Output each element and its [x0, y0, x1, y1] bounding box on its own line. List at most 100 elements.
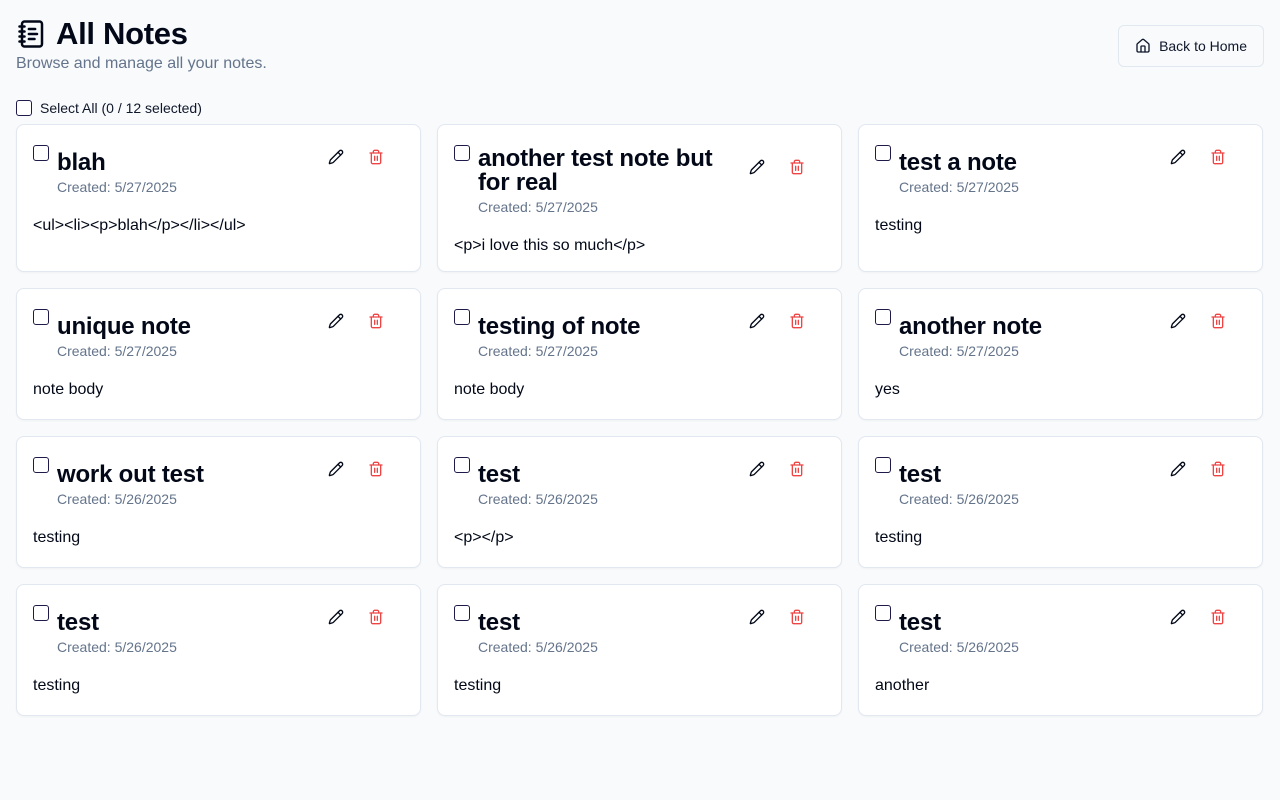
note-card-header: testing of note Created: 5/27/2025	[454, 309, 825, 359]
notebook-icon	[16, 18, 48, 50]
note-created-date: Created: 5/26/2025	[478, 491, 598, 507]
note-body: testing	[875, 529, 923, 546]
note-card: another test note but for real Created: …	[437, 124, 842, 272]
note-card: work out test Created: 5/26/2025 testing	[16, 436, 421, 568]
note-card-header: another note Created: 5/27/2025	[875, 309, 1246, 359]
note-title: another note	[899, 313, 1042, 340]
select-all-checkbox[interactable]	[16, 100, 32, 116]
note-titles: test Created: 5/26/2025	[899, 605, 1166, 656]
edit-note-button[interactable]	[1166, 457, 1190, 481]
edit-note-button[interactable]	[745, 457, 769, 481]
edit-note-button[interactable]	[324, 605, 348, 629]
note-created-date: Created: 5/27/2025	[57, 343, 177, 359]
delete-note-button[interactable]	[785, 605, 809, 629]
note-select-checkbox[interactable]	[33, 309, 49, 325]
edit-note-button[interactable]	[1166, 145, 1190, 169]
delete-note-button[interactable]	[364, 457, 388, 481]
note-titles: test Created: 5/26/2025	[899, 457, 1166, 508]
note-select-checkbox[interactable]	[875, 605, 891, 621]
note-select-checkbox[interactable]	[454, 605, 470, 621]
edit-note-button[interactable]	[1166, 605, 1190, 629]
note-card: unique note Created: 5/27/2025 note body	[16, 288, 421, 420]
note-select-checkbox[interactable]	[33, 145, 49, 161]
note-card-header: blah Created: 5/27/2025	[33, 145, 404, 195]
back-to-home-button[interactable]: Back to Home	[1118, 25, 1264, 67]
note-created-date: Created: 5/26/2025	[899, 491, 1019, 507]
note-card: testing of note Created: 5/27/2025 note …	[437, 288, 842, 420]
notes-grid: blah Created: 5/27/2025 <ul><li><p>blah<…	[16, 124, 1264, 732]
note-body: note body	[33, 381, 104, 398]
delete-note-button[interactable]	[1206, 145, 1230, 169]
pencil-icon	[328, 461, 344, 477]
note-card-header: test Created: 5/26/2025	[454, 457, 825, 507]
note-body: note body	[454, 381, 525, 398]
note-actions	[1166, 309, 1230, 333]
note-card: test Created: 5/26/2025	[437, 584, 842, 716]
note-select-checkbox[interactable]	[454, 309, 470, 325]
delete-note-button[interactable]	[1206, 605, 1230, 629]
note-card-header: test Created: 5/26/2025	[875, 605, 1246, 655]
edit-note-button[interactable]	[745, 605, 769, 629]
delete-note-button[interactable]	[785, 155, 809, 179]
note-title: work out test	[57, 461, 204, 488]
note-select-checkbox[interactable]	[33, 457, 49, 473]
note-body: <p>i love this so much</p>	[454, 237, 646, 254]
edit-note-button[interactable]	[324, 145, 348, 169]
note-title: test	[899, 461, 941, 488]
pencil-icon	[1170, 461, 1186, 477]
delete-note-button[interactable]	[364, 145, 388, 169]
note-body: testing	[875, 217, 923, 234]
note-actions	[1166, 457, 1230, 481]
note-title: test	[57, 609, 99, 636]
note-card: test Created: 5/26/2025	[437, 436, 842, 568]
note-select-checkbox[interactable]	[875, 457, 891, 473]
note-select-checkbox[interactable]	[454, 457, 470, 473]
note-created-date: Created: 5/27/2025	[899, 343, 1019, 359]
note-titles: another note Created: 5/27/2025	[899, 309, 1166, 360]
trash-icon	[789, 461, 805, 477]
note-select-checkbox[interactable]	[875, 309, 891, 325]
note-titles: blah Created: 5/27/2025	[57, 145, 324, 196]
note-select-checkbox[interactable]	[875, 145, 891, 161]
note-created-date: Created: 5/26/2025	[57, 491, 177, 507]
note-actions	[324, 309, 388, 333]
note-created-date: Created: 5/27/2025	[478, 343, 598, 359]
note-titles: test Created: 5/26/2025	[478, 457, 745, 508]
edit-note-button[interactable]	[324, 457, 348, 481]
delete-note-button[interactable]	[1206, 457, 1230, 481]
delete-note-button[interactable]	[364, 309, 388, 333]
edit-note-button[interactable]	[745, 309, 769, 333]
note-created-date: Created: 5/26/2025	[899, 639, 1019, 655]
home-icon	[1135, 38, 1151, 54]
back-to-home-label: Back to Home	[1159, 38, 1247, 54]
note-body: testing	[33, 529, 81, 546]
select-all-row: Select All (0 / 12 selected)	[16, 98, 1264, 118]
note-select-checkbox[interactable]	[454, 145, 470, 161]
delete-note-button[interactable]	[364, 605, 388, 629]
pencil-icon	[1170, 609, 1186, 625]
note-titles: test Created: 5/26/2025	[478, 605, 745, 656]
trash-icon	[789, 313, 805, 329]
header: All Notes Browse and manage all your not…	[16, 16, 1264, 92]
pencil-icon	[1170, 149, 1186, 165]
note-body: another	[875, 677, 930, 694]
delete-note-button[interactable]	[785, 457, 809, 481]
note-created-date: Created: 5/27/2025	[899, 179, 1019, 195]
trash-icon	[368, 609, 384, 625]
edit-note-button[interactable]	[745, 155, 769, 179]
edit-note-button[interactable]	[1166, 309, 1190, 333]
note-body: <ul><li><p>blah</p></li></ul>	[33, 217, 246, 234]
note-actions	[745, 605, 809, 629]
note-body: testing	[33, 677, 81, 694]
note-card: test Created: 5/26/2025	[16, 584, 421, 716]
note-card: another note Created: 5/27/2025 yes	[858, 288, 1263, 420]
note-select-checkbox[interactable]	[33, 605, 49, 621]
edit-note-button[interactable]	[324, 309, 348, 333]
note-created-date: Created: 5/27/2025	[57, 179, 177, 195]
pencil-icon	[1170, 313, 1186, 329]
delete-note-button[interactable]	[1206, 309, 1230, 333]
note-body: <p></p>	[454, 529, 514, 546]
note-title: test	[478, 461, 520, 488]
delete-note-button[interactable]	[785, 309, 809, 333]
note-title: test a note	[899, 149, 1017, 176]
